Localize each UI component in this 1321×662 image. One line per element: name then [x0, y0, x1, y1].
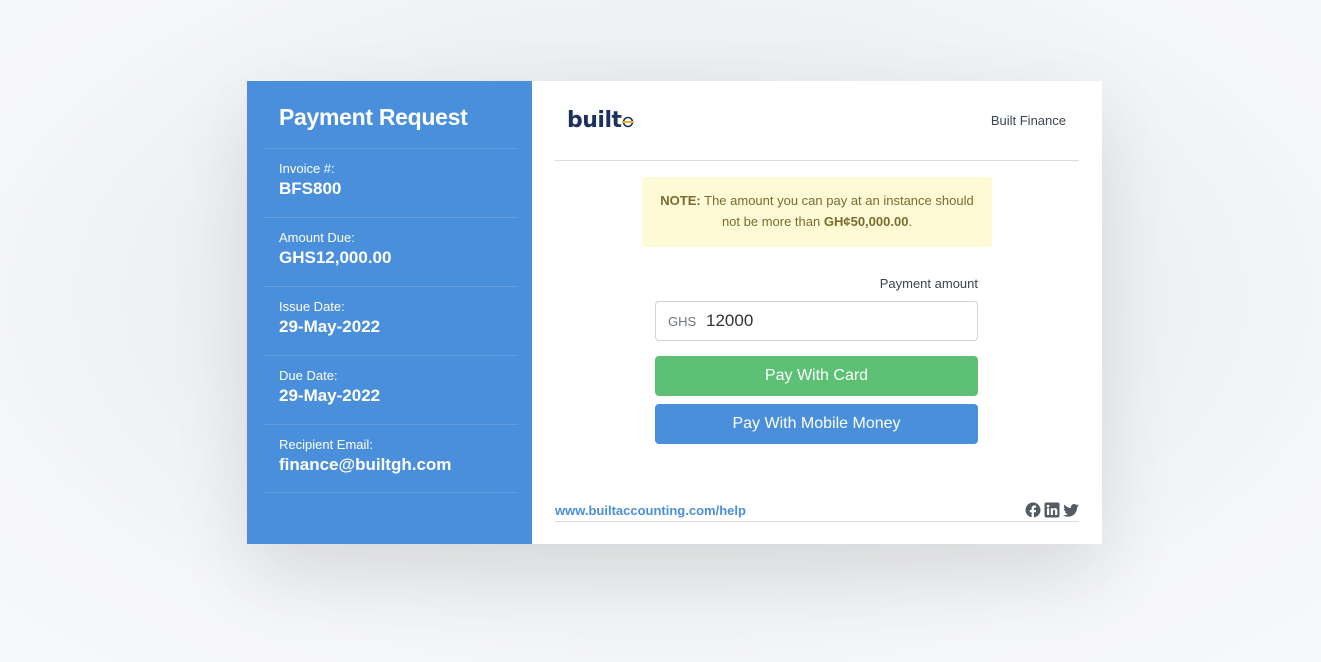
- due-date-value: 29-May-2022: [279, 386, 381, 405]
- payment-amount-input[interactable]: [706, 311, 956, 331]
- payment-panel: built Built Finance NOTE: The amount you…: [532, 81, 1102, 544]
- info-label: Amount Due:: [279, 230, 355, 245]
- invoice-sidebar: Payment Request Invoice #: BFS800 Amount…: [247, 81, 532, 544]
- invoice-number-value: BFS800: [279, 179, 342, 198]
- payment-amount-field[interactable]: GHS: [655, 301, 978, 341]
- pay-with-card-button[interactable]: Pay With Card: [655, 356, 978, 396]
- payment-card: Payment Request Invoice #: BFS800 Amount…: [247, 81, 1102, 544]
- facebook-icon[interactable]: [1025, 502, 1041, 518]
- issue-date-item: Issue Date: 29-May-2022: [263, 286, 518, 355]
- info-label: Issue Date:: [279, 299, 345, 314]
- issue-date-value: 29-May-2022: [279, 317, 381, 336]
- payment-amount-label: Payment amount: [879, 276, 978, 291]
- company-name: Built Finance: [990, 113, 1066, 128]
- payment-limit-note: NOTE: The amount you can pay at an insta…: [642, 177, 992, 247]
- note-prefix: NOTE:: [660, 193, 701, 208]
- info-label: Due Date:: [279, 368, 338, 383]
- amount-due-value: GHS12,000.00: [279, 248, 392, 267]
- due-date-item: Due Date: 29-May-2022: [263, 355, 518, 424]
- twitter-icon[interactable]: [1063, 502, 1079, 518]
- note-suffix: .: [908, 214, 913, 229]
- panel-footer: www.builtaccounting.com/help: [555, 499, 1079, 522]
- recipient-email-value: finance@builtgh.com: [279, 455, 452, 474]
- note-limit: GH¢50,000.00: [823, 214, 909, 229]
- help-link[interactable]: www.builtaccounting.com/help: [555, 503, 746, 518]
- logo-text: built: [567, 108, 622, 133]
- pay-with-mobile-money-button[interactable]: Pay With Mobile Money: [655, 404, 978, 444]
- recipient-email-item: Recipient Email: finance@builtgh.com: [263, 424, 518, 493]
- panel-header: built Built Finance: [555, 81, 1079, 161]
- invoice-number-item: Invoice #: BFS800: [263, 148, 518, 217]
- linkedin-icon[interactable]: [1044, 502, 1060, 518]
- info-label: Invoice #:: [279, 161, 335, 176]
- page-background: Payment Request Invoice #: BFS800 Amount…: [0, 0, 1321, 662]
- social-links: [1025, 502, 1079, 518]
- info-label: Recipient Email:: [279, 437, 373, 452]
- amount-due-item: Amount Due: GHS12,000.00: [263, 217, 518, 286]
- built-logo: built: [567, 108, 634, 133]
- currency-prefix: GHS: [668, 313, 697, 329]
- logo-mark-icon: [621, 116, 634, 127]
- sidebar-title: Payment Request: [279, 104, 468, 130]
